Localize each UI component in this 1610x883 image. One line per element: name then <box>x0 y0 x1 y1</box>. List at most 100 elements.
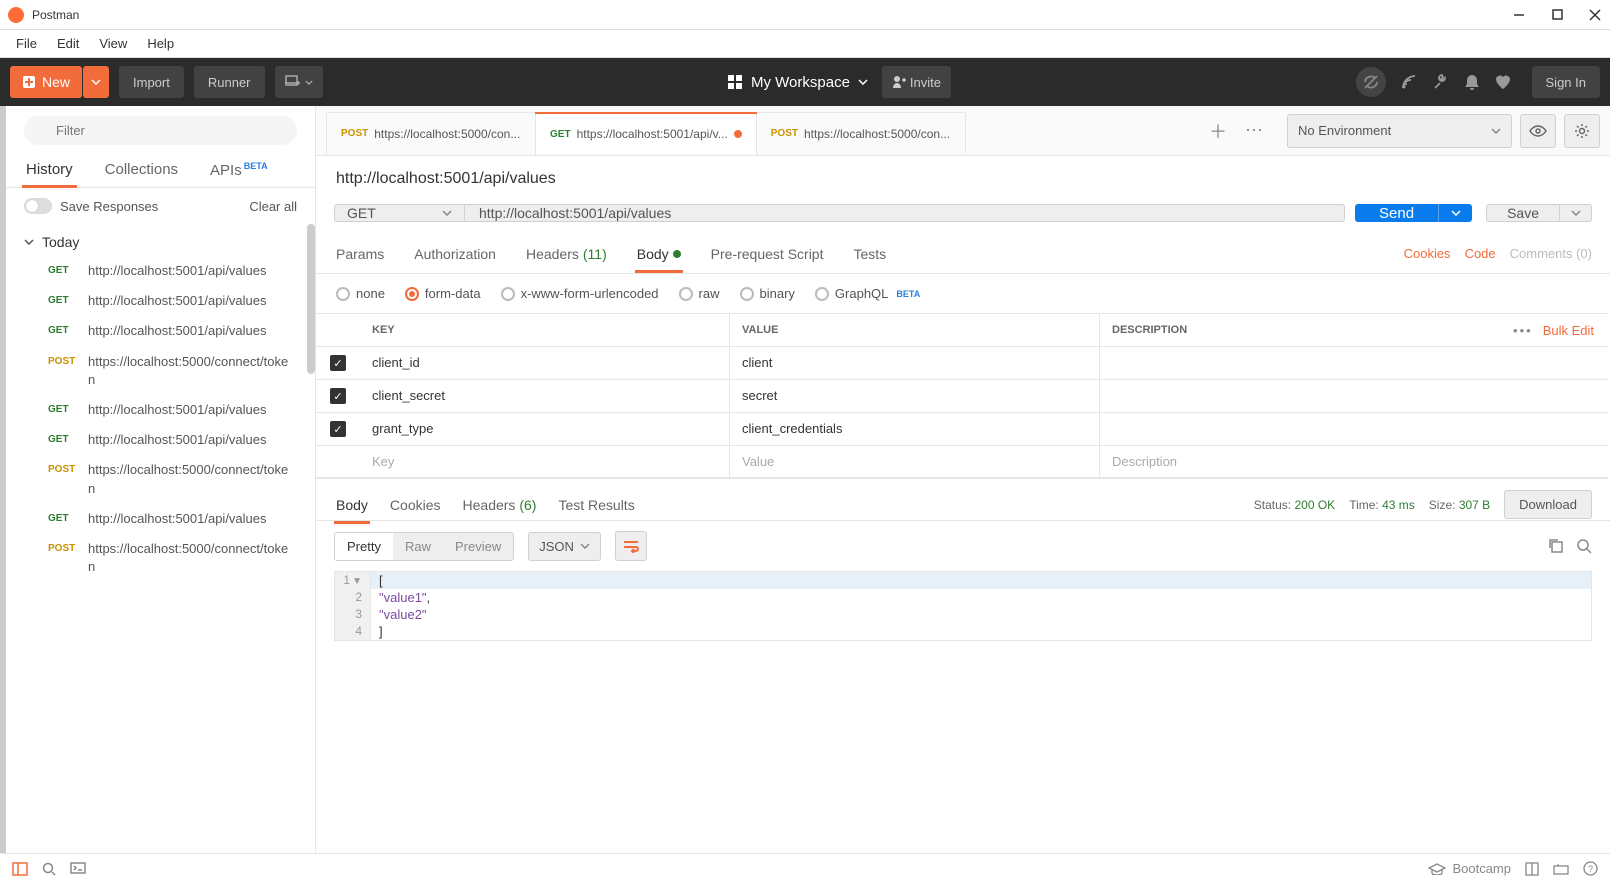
key-cell[interactable]: client_secret <box>360 380 730 412</box>
value-cell[interactable]: client <box>730 347 1100 379</box>
body-graphql[interactable]: GraphQLBETA <box>815 286 920 301</box>
keyboard-button[interactable] <box>1553 863 1569 875</box>
bell-button[interactable] <box>1464 73 1480 91</box>
save-responses-toggle[interactable] <box>24 198 52 214</box>
url-input[interactable] <box>464 204 1345 222</box>
row-checkbox[interactable]: ✓ <box>330 388 346 404</box>
copy-button[interactable] <box>1548 538 1564 554</box>
tab-apis[interactable]: APIsBETA <box>206 153 272 187</box>
format-selector[interactable]: JSON <box>528 532 601 561</box>
resp-tab-cookies[interactable]: Cookies <box>388 487 443 523</box>
description-cell[interactable] <box>1100 380 1608 412</box>
key-cell[interactable]: client_id <box>360 347 730 379</box>
minimize-button[interactable] <box>1512 8 1526 22</box>
code-link[interactable]: Code <box>1465 246 1496 261</box>
table-row[interactable]: ✓ client_id client <box>316 347 1608 380</box>
menu-view[interactable]: View <box>89 32 137 55</box>
new-button-caret[interactable] <box>83 66 109 98</box>
view-preview[interactable]: Preview <box>443 533 513 560</box>
resp-tab-headers[interactable]: Headers (6) <box>461 487 539 523</box>
view-pretty[interactable]: Pretty <box>335 533 393 560</box>
console-button[interactable] <box>70 862 86 876</box>
signin-button[interactable]: Sign In <box>1532 66 1600 98</box>
history-item[interactable]: GEThttp://localhost:5001/api/values <box>6 256 315 286</box>
find-button[interactable] <box>42 862 56 876</box>
tab-body[interactable]: Body <box>635 236 683 272</box>
history-item[interactable]: GEThttp://localhost:5001/api/values <box>6 286 315 316</box>
close-button[interactable] <box>1588 8 1602 22</box>
history-group-header[interactable]: Today <box>6 228 315 256</box>
response-body[interactable]: 1▼[2 "value1",3 "value2"4] <box>334 571 1592 641</box>
table-row-new[interactable]: Key Value Description <box>316 446 1608 478</box>
search-response-button[interactable] <box>1576 538 1592 554</box>
history-item[interactable]: POSThttps://localhost:5000/connect/token <box>6 347 315 395</box>
key-cell[interactable]: grant_type <box>360 413 730 445</box>
tab-params[interactable]: Params <box>334 236 386 272</box>
workspace-selector[interactable]: My Workspace <box>727 74 868 91</box>
request-tab[interactable]: POSThttps://localhost:5000/con... <box>756 112 966 154</box>
tab-menu-button[interactable]: ⋯ <box>1239 116 1269 146</box>
description-cell[interactable] <box>1100 347 1608 379</box>
description-input[interactable]: Description <box>1100 446 1608 477</box>
wrap-toggle[interactable] <box>615 531 647 561</box>
description-cell[interactable] <box>1100 413 1608 445</box>
request-tab[interactable]: POSThttps://localhost:5000/con... <box>326 112 536 154</box>
history-item[interactable]: POSThttps://localhost:5000/connect/token <box>6 534 315 582</box>
environment-quicklook-button[interactable] <box>1520 114 1556 148</box>
tab-headers[interactable]: Headers (11) <box>524 236 609 272</box>
download-button[interactable]: Download <box>1504 490 1592 519</box>
invite-button[interactable]: Invite <box>882 66 951 98</box>
new-window-button[interactable] <box>275 66 323 98</box>
table-row[interactable]: ✓ client_secret secret <box>316 380 1608 413</box>
history-item[interactable]: GEThttp://localhost:5001/api/values <box>6 504 315 534</box>
environment-settings-button[interactable] <box>1564 114 1600 148</box>
body-urlencoded[interactable]: x-www-form-urlencoded <box>501 286 659 301</box>
body-binary[interactable]: binary <box>740 286 795 301</box>
tab-authorization[interactable]: Authorization <box>412 236 498 272</box>
body-none[interactable]: none <box>336 286 385 301</box>
more-menu-button[interactable]: ••• <box>1513 323 1533 338</box>
new-button[interactable]: New <box>10 66 82 98</box>
history-item[interactable]: GEThttp://localhost:5001/api/values <box>6 316 315 346</box>
value-cell[interactable]: client_credentials <box>730 413 1100 445</box>
history-list[interactable]: Today GEThttp://localhost:5001/api/value… <box>6 224 315 853</box>
bulk-edit-link[interactable]: Bulk Edit <box>1543 323 1594 338</box>
resp-tab-body[interactable]: Body <box>334 487 370 523</box>
request-tab[interactable]: GEThttps://localhost:5001/api/v... <box>535 112 757 155</box>
view-raw[interactable]: Raw <box>393 533 443 560</box>
menu-edit[interactable]: Edit <box>47 32 89 55</box>
sync-off-button[interactable] <box>1356 67 1386 97</box>
menu-file[interactable]: File <box>6 32 47 55</box>
save-button[interactable]: Save <box>1486 204 1560 222</box>
layout-button[interactable] <box>1525 862 1539 876</box>
table-row[interactable]: ✓ grant_type client_credentials <box>316 413 1608 446</box>
runner-button[interactable]: Runner <box>194 66 265 98</box>
sidebar-toggle-button[interactable] <box>12 862 28 876</box>
body-raw[interactable]: raw <box>679 286 720 301</box>
save-button-caret[interactable] <box>1560 204 1592 222</box>
bootcamp-button[interactable]: Bootcamp <box>1428 861 1511 876</box>
tab-prerequest[interactable]: Pre-request Script <box>709 236 826 272</box>
send-button-caret[interactable] <box>1438 204 1472 222</box>
key-input[interactable]: Key <box>360 446 730 477</box>
value-cell[interactable]: secret <box>730 380 1100 412</box>
body-formdata[interactable]: form-data <box>405 286 481 301</box>
comments-link[interactable]: Comments (0) <box>1510 246 1592 261</box>
environment-selector[interactable]: No Environment <box>1287 114 1512 148</box>
wrench-button[interactable] <box>1432 73 1450 91</box>
history-item[interactable]: GEThttp://localhost:5001/api/values <box>6 425 315 455</box>
row-checkbox[interactable]: ✓ <box>330 355 346 371</box>
cookies-link[interactable]: Cookies <box>1404 246 1451 261</box>
clear-all-link[interactable]: Clear all <box>249 199 297 214</box>
history-item[interactable]: GEThttp://localhost:5001/api/values <box>6 395 315 425</box>
import-button[interactable]: Import <box>119 66 184 98</box>
new-tab-button[interactable]: ＋ <box>1203 116 1233 146</box>
resp-tab-testresults[interactable]: Test Results <box>556 487 636 523</box>
maximize-button[interactable] <box>1550 8 1564 22</box>
filter-input[interactable] <box>24 116 297 145</box>
row-checkbox[interactable]: ✓ <box>330 421 346 437</box>
tab-tests[interactable]: Tests <box>851 236 888 272</box>
tab-history[interactable]: History <box>22 153 77 187</box>
method-selector[interactable]: GET <box>334 204 464 222</box>
satellite-button[interactable] <box>1400 73 1418 91</box>
